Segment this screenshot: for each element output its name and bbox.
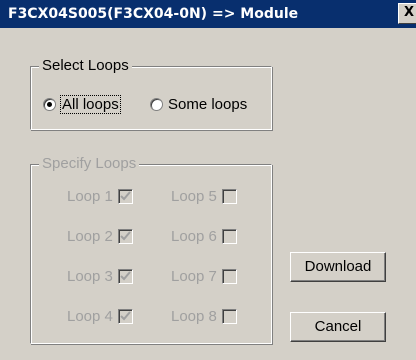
loop-4-label: Loop 4 <box>67 308 113 325</box>
loop-1-checkbox[interactable]: Loop 1 <box>67 188 133 205</box>
window-title: F3CX04S005(F3CX04-0N) => Module <box>8 6 299 22</box>
loop-5-checkbox[interactable]: Loop 5 <box>171 188 237 205</box>
loop-5-check[interactable] <box>221 189 237 204</box>
loop-8-label: Loop 8 <box>171 308 217 325</box>
radio-all-loops[interactable]: All loops <box>43 95 121 114</box>
loop-3-check[interactable] <box>117 269 133 284</box>
loop-4-check[interactable] <box>117 309 133 324</box>
loop-7-check[interactable] <box>221 269 237 284</box>
loop-7-label: Loop 7 <box>171 268 217 285</box>
loop-2-checkbox[interactable]: Loop 2 <box>67 228 133 245</box>
radio-all-loops-indicator[interactable] <box>43 98 56 111</box>
loop-3-checkbox[interactable]: Loop 3 <box>67 268 133 285</box>
select-loops-legend: Select Loops <box>39 57 132 75</box>
loop-6-label: Loop 6 <box>171 228 217 245</box>
specify-loops-legend: Specify Loops <box>39 155 140 173</box>
close-button[interactable]: X <box>398 3 416 24</box>
download-button-label: Download <box>304 258 372 275</box>
check-icon <box>120 191 131 201</box>
title-bar[interactable]: F3CX04S005(F3CX04-0N) => Module X <box>0 0 416 28</box>
loop-8-check[interactable] <box>221 309 237 324</box>
check-icon <box>120 231 131 241</box>
radio-some-loops-label: Some loops <box>168 96 248 113</box>
radio-some-loops-indicator[interactable] <box>150 98 163 111</box>
check-icon <box>120 311 131 321</box>
cancel-button[interactable]: Cancel <box>290 312 386 342</box>
check-icon <box>120 271 131 281</box>
module-download-dialog: F3CX04S005(F3CX04-0N) => Module X Select… <box>0 0 416 360</box>
cancel-button-label: Cancel <box>314 318 362 335</box>
loop-2-check[interactable] <box>117 229 133 244</box>
radio-some-loops[interactable]: Some loops <box>150 96 247 113</box>
close-icon: X <box>403 5 415 20</box>
loop-8-checkbox[interactable]: Loop 8 <box>171 308 237 325</box>
download-button[interactable]: Download <box>290 252 386 282</box>
loop-5-label: Loop 5 <box>171 188 217 205</box>
loop-6-check[interactable] <box>221 229 237 244</box>
loop-2-label: Loop 2 <box>67 228 113 245</box>
loop-1-label: Loop 1 <box>67 188 113 205</box>
loop-6-checkbox[interactable]: Loop 6 <box>171 228 237 245</box>
loop-3-label: Loop 3 <box>67 268 113 285</box>
loop-7-checkbox[interactable]: Loop 7 <box>171 268 237 285</box>
loop-1-check[interactable] <box>117 189 133 204</box>
radio-all-loops-label: All loops <box>60 95 121 114</box>
loop-4-checkbox[interactable]: Loop 4 <box>67 308 133 325</box>
